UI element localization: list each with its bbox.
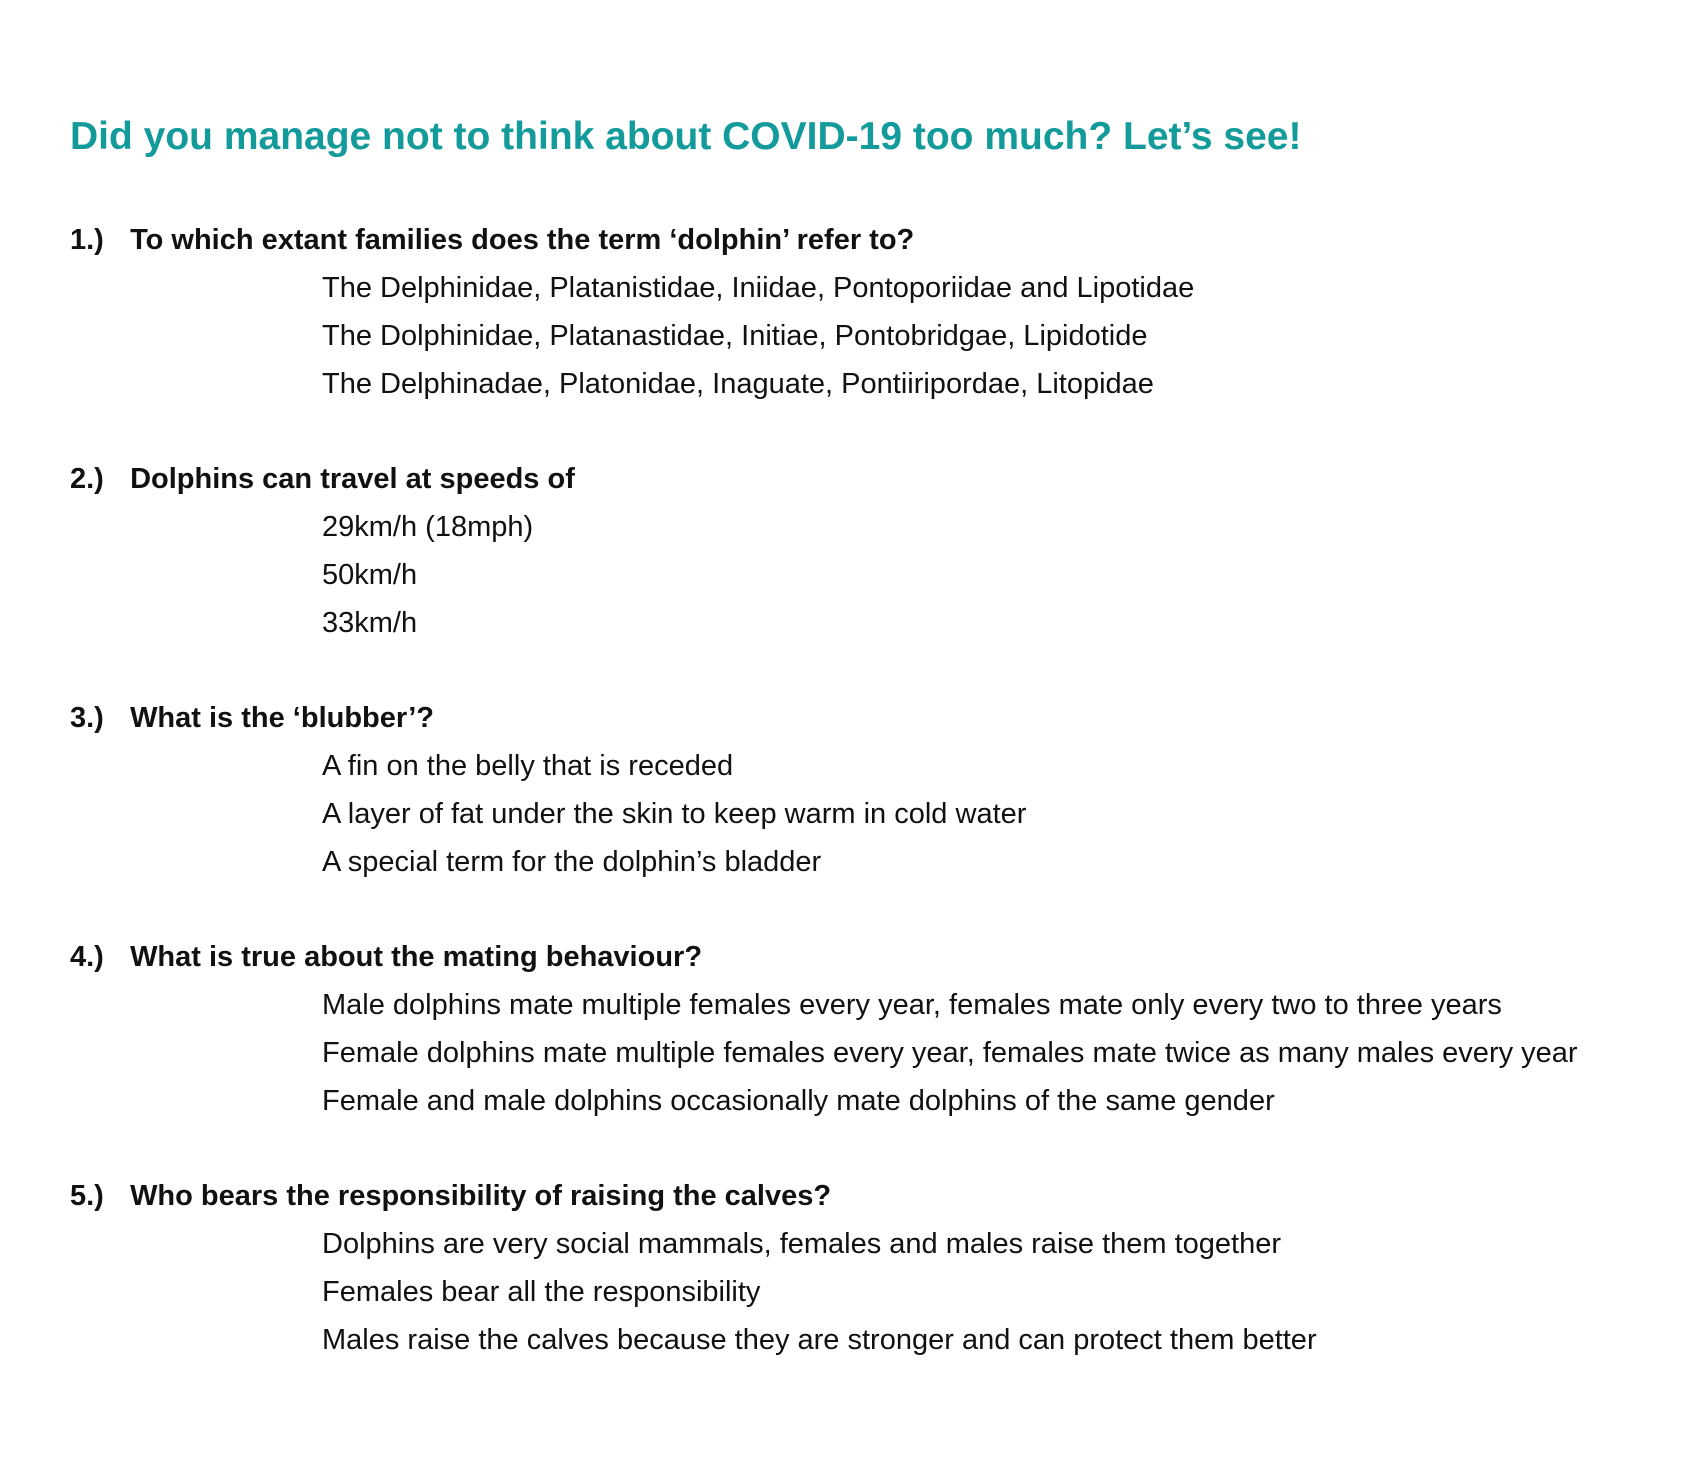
- answer-options: A fin on the belly that is receded A lay…: [70, 742, 1690, 886]
- answer-option: Females bear all the responsibility: [322, 1276, 761, 1308]
- answer-option: 50km/h: [322, 559, 418, 591]
- answer-option: A layer of fat under the skin to keep wa…: [322, 798, 1027, 830]
- answer-options: 29km/h (18mph) 50km/h 33km/h: [70, 503, 1690, 647]
- answer-option: Female and male dolphins occasionally ma…: [322, 1085, 1275, 1117]
- question-3: 3.) What is the ‘blubber’? A fin on the …: [70, 694, 1690, 886]
- answer-option: The Delphinadae, Platonidae, Inaguate, P…: [322, 368, 1154, 400]
- question-number: 3.): [70, 702, 104, 734]
- answer-options: Male dolphins mate multiple females ever…: [70, 981, 1690, 1125]
- answer-option: A fin on the belly that is receded: [322, 750, 734, 782]
- question-text: What is the ‘blubber’?: [130, 702, 435, 734]
- question-heading: 5.) Who bears the responsibility of rais…: [70, 1172, 1690, 1220]
- answer-option: Dolphins are very social mammals, female…: [322, 1228, 1282, 1260]
- question-heading: 3.) What is the ‘blubber’?: [70, 694, 1690, 742]
- answer-option: The Dolphinidae, Platanastidae, Initiae,…: [322, 320, 1148, 352]
- question-5: 5.) Who bears the responsibility of rais…: [70, 1172, 1690, 1364]
- question-number: 5.): [70, 1180, 104, 1212]
- question-2: 2.) Dolphins can travel at speeds of 29k…: [70, 455, 1690, 647]
- page-title: Did you manage not to think about COVID-…: [70, 115, 1302, 158]
- question-heading: 2.) Dolphins can travel at speeds of: [70, 455, 1690, 503]
- answer-option: 29km/h (18mph): [322, 511, 534, 543]
- question-number: 2.): [70, 463, 104, 495]
- answer-option: Female dolphins mate multiple females ev…: [322, 1037, 1578, 1069]
- answer-option: The Delphinidae, Platanistidae, Iniidae,…: [322, 272, 1195, 304]
- question-heading: 4.) What is true about the mating behavi…: [70, 933, 1690, 981]
- answer-option: Males raise the calves because they are …: [322, 1324, 1317, 1356]
- question-4: 4.) What is true about the mating behavi…: [70, 933, 1690, 1125]
- question-1: 1.) To which extant families does the te…: [70, 216, 1690, 408]
- question-text: Dolphins can travel at speeds of: [130, 463, 575, 495]
- quiz-page: Did you manage not to think about COVID-…: [0, 0, 1700, 1457]
- question-number: 1.): [70, 224, 104, 256]
- answer-options: The Delphinidae, Platanistidae, Iniidae,…: [70, 264, 1690, 408]
- answer-option: 33km/h: [322, 607, 418, 639]
- answer-options: Dolphins are very social mammals, female…: [70, 1220, 1690, 1364]
- question-text: What is true about the mating behaviour?: [130, 941, 703, 973]
- question-heading: 1.) To which extant families does the te…: [70, 216, 1690, 264]
- answer-option: Male dolphins mate multiple females ever…: [322, 989, 1502, 1021]
- question-number: 4.): [70, 941, 104, 973]
- question-text: Who bears the responsibility of raising …: [130, 1180, 832, 1212]
- answer-option: A special term for the dolphin’s bladder: [322, 846, 822, 878]
- question-text: To which extant families does the term ‘…: [130, 224, 915, 256]
